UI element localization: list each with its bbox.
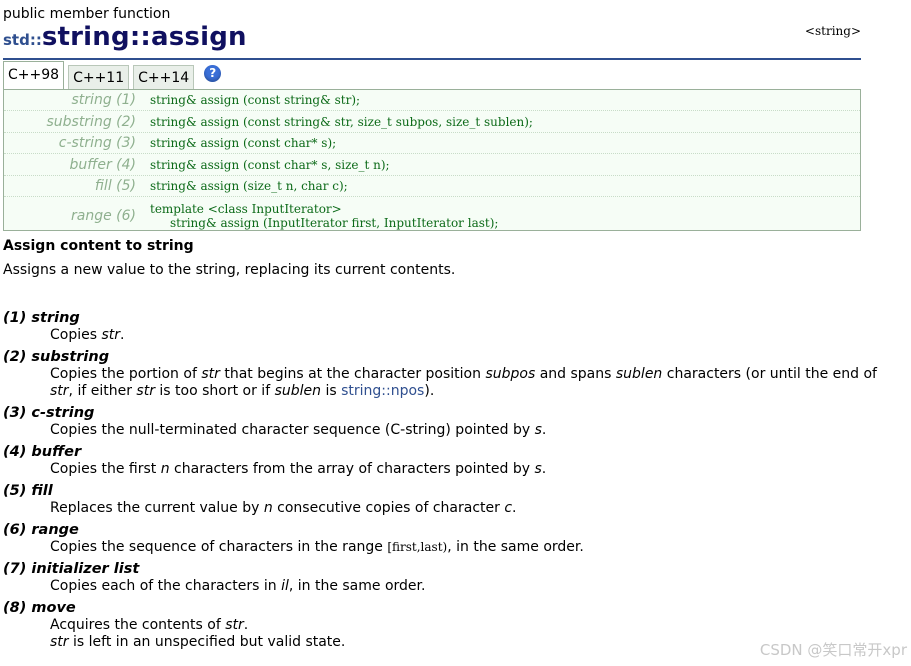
help-icon[interactable]: ? <box>204 65 222 82</box>
param-description: Copies the portion of str that begins at… <box>50 366 883 400</box>
npos-link[interactable]: string::npos <box>341 383 424 399</box>
prototype-code: string& assign (const char* s, size_t n)… <box>150 157 390 172</box>
param-ref: sublen <box>274 383 322 399</box>
prototype-code-line: template <class InputIterator> <box>150 202 342 216</box>
param-heading: (2) substring <box>3 349 110 365</box>
text: . <box>243 617 249 633</box>
prototype-row: c-string (3) string& assign (const char*… <box>4 133 860 154</box>
param-ref: subpos <box>485 366 536 382</box>
range-code: [first,last) <box>387 540 448 554</box>
function-short-name: assign <box>151 22 247 52</box>
prototype-row: substring (2) string& assign (const stri… <box>4 111 860 133</box>
function-name: string::assign <box>42 22 247 52</box>
param-description: Copies str. <box>50 327 883 344</box>
scope-separator: :: <box>29 31 42 49</box>
prototype-row: fill (5) string& assign (size_t n, char … <box>4 176 860 197</box>
text: Copies the sequence of characters in the… <box>50 539 388 555</box>
prototype-row: buffer (4) string& assign (const char* s… <box>4 154 860 176</box>
param-description: Acquires the contents of str. str is left… <box>50 617 883 651</box>
param-ref: sublen <box>615 366 663 382</box>
param-heading: (4) buffer <box>3 444 82 460</box>
param-ref: s <box>534 422 542 438</box>
param-ref: n <box>263 500 273 516</box>
text: . <box>541 461 547 477</box>
text: , in the same order. <box>288 578 426 594</box>
text: Acquires the contents of <box>50 617 226 633</box>
header-link[interactable]: <string> <box>805 24 861 38</box>
param-ref: s <box>534 461 542 477</box>
namespace-label: std <box>3 31 30 49</box>
text: , if either <box>68 383 137 399</box>
title-divider <box>3 58 861 60</box>
param-ref: c <box>504 500 513 516</box>
param-ref: str <box>50 383 69 399</box>
prototype-row: string (1) string& assign (const string&… <box>4 90 860 111</box>
text: Replaces the current value by <box>50 500 264 516</box>
page: public member function std :: string::as… <box>0 0 911 666</box>
param-heading: (5) fill <box>3 483 53 499</box>
text: is too short or if <box>154 383 275 399</box>
text: . <box>512 500 517 516</box>
description: Assigns a new value to the string, repla… <box>3 262 456 278</box>
prototype-label: buffer (4) <box>69 156 136 173</box>
parameter-list: (1) string Copies str. (2) substring Cop… <box>3 309 883 655</box>
text: Copies the portion of <box>50 366 202 382</box>
text: is <box>321 383 342 399</box>
param-ref: str <box>201 366 220 382</box>
tab-cpp11[interactable]: C++11 <box>68 65 130 89</box>
param-ref: il <box>281 578 289 594</box>
param-heading: (1) string <box>3 310 80 326</box>
prototype-box: string (1) string& assign (const string&… <box>3 89 861 231</box>
prototype-label: c-string (3) <box>58 135 136 151</box>
param-heading: (8) move <box>3 600 76 616</box>
param-heading: (7) initializer list <box>3 561 140 577</box>
text: Copies the null-terminated character seq… <box>50 422 535 438</box>
function-separator: :: <box>129 22 152 52</box>
param-heading: (6) range <box>3 522 79 538</box>
text: characters (or until the end of <box>662 366 877 382</box>
prototype-label: substring (2) <box>46 113 136 130</box>
param-description: Copies each of the characters in il, in … <box>50 578 883 595</box>
text: Copies the first <box>50 461 161 477</box>
text: and spans <box>535 366 616 382</box>
param-ref: str <box>136 383 155 399</box>
tab-cpp14[interactable]: C++14 <box>133 65 195 89</box>
prototype-row: range (6) template <class InputIterator>… <box>4 197 860 235</box>
prototype-code: string& assign (const string& str); <box>150 93 361 107</box>
text: is left in an unspecified but valid stat… <box>68 634 346 650</box>
prototype-code-line: string& assign (InputIterator first, Inp… <box>170 216 499 230</box>
text: characters from the array of characters … <box>169 461 535 477</box>
prototype-code: string& assign (const char* s); <box>150 136 337 150</box>
text: . <box>120 327 125 343</box>
text: Copies <box>50 327 102 343</box>
param-ref: str <box>101 327 121 343</box>
page-title: std :: string::assign <box>3 22 247 52</box>
prototype-label: range (6) <box>71 208 136 224</box>
param-description: Replaces the current value by n consecut… <box>50 500 883 517</box>
param-ref: n <box>160 461 170 477</box>
standard-tabs: C++98 C++11 C++14 ? <box>3 61 222 89</box>
prototype-label: string (1) <box>71 92 136 108</box>
param-heading: (3) c-string <box>3 405 95 421</box>
text: , in the same order. <box>447 539 584 555</box>
prototype-code: template <class InputIterator> string& a… <box>148 202 498 230</box>
member-category: public member function <box>3 6 171 22</box>
param-description: Copies the null-terminated character seq… <box>50 422 883 439</box>
param-ref: str <box>225 617 244 633</box>
function-prefix: string <box>41 22 130 52</box>
text: ). <box>424 383 435 399</box>
watermark: CSDN @笑口常开xpr <box>759 641 907 659</box>
param-description: Copies the first n characters from the a… <box>50 461 883 478</box>
section-title: Assign content to string <box>3 238 194 254</box>
param-description: Copies the sequence of characters in the… <box>50 539 883 556</box>
text: . <box>541 422 547 438</box>
prototype-code: string& assign (const string& str, size_… <box>150 114 533 129</box>
text: consecutive copies of character <box>272 500 505 516</box>
text: Copies each of the characters in <box>50 578 282 594</box>
tab-cpp98[interactable]: C++98 <box>3 61 65 89</box>
text: that begins at the character position <box>219 366 486 382</box>
param-ref: str <box>50 634 69 650</box>
prototype-code: string& assign (size_t n, char c); <box>150 179 348 193</box>
prototype-label: fill (5) <box>94 178 136 194</box>
